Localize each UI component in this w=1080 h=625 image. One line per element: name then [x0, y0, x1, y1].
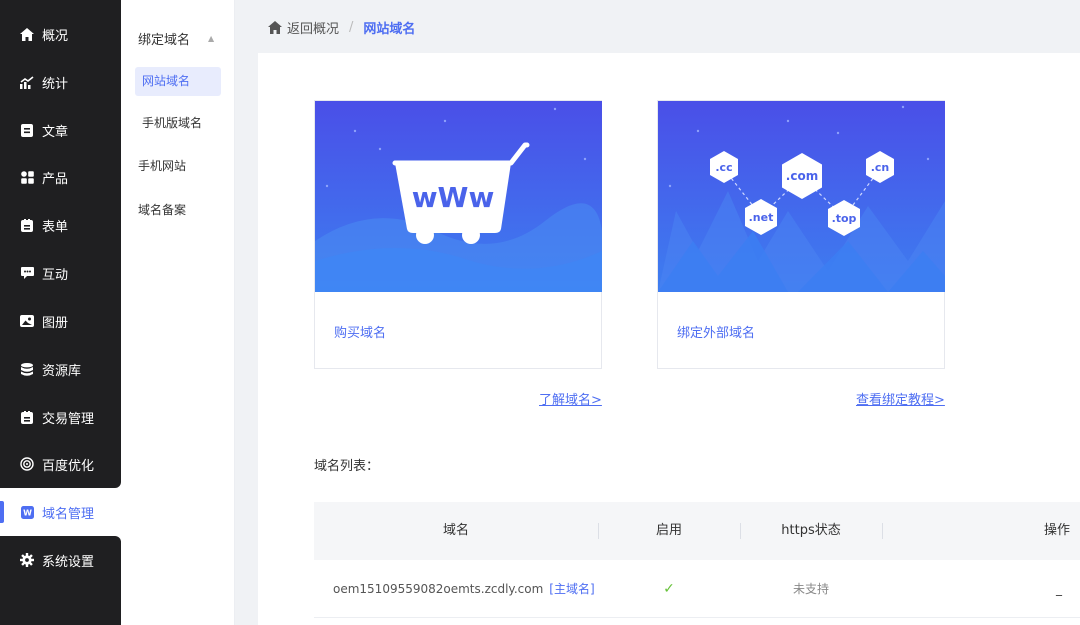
svg-text:W: W: [23, 508, 32, 517]
sidebar-item-label: 表单: [42, 219, 69, 235]
primary-domain-tag[interactable]: [主域名]: [549, 582, 594, 596]
sidebar-item-label: 交易管理: [42, 411, 95, 427]
buy-domain-card[interactable]: wWw 购买域名: [314, 100, 602, 369]
svg-text:.net: .net: [749, 211, 774, 224]
domain-list-title: 域名列表：: [314, 459, 380, 474]
subnav-item-mobile-site[interactable]: 手机网站: [131, 152, 217, 181]
domain-cell: oem15109559082oemts.zcdly.com [主域名]: [333, 560, 595, 618]
https-status: 未支持: [792, 582, 829, 596]
svg-text:.top: .top: [832, 212, 857, 225]
sidebar-item-album[interactable]: 图册: [0, 297, 121, 345]
target-icon: [19, 456, 35, 472]
svg-text:.com: .com: [786, 169, 818, 183]
bind-tutorial-link[interactable]: 查看绑定教程>: [856, 389, 945, 408]
trade-icon: [19, 409, 35, 425]
home-icon: [268, 21, 282, 34]
sidebar-item-products[interactable]: 产品: [0, 153, 121, 201]
sidebar-item-resources[interactable]: 资源库: [0, 345, 121, 393]
sidebar-item-label: 统计: [42, 76, 69, 92]
sidebar-item-label: 百度优化: [42, 458, 95, 474]
home-icon: [19, 26, 35, 42]
sidebar-item-label: 产品: [42, 171, 69, 187]
sidebar-item-label: 概况: [42, 28, 69, 44]
buy-domain-label[interactable]: 购买域名: [334, 322, 386, 341]
breadcrumb-separator: /: [349, 20, 354, 35]
secondary-nav: 绑定域名 ▲ 网站域名 手机版域名 手机网站 域名备案: [121, 0, 235, 625]
active-indicator: [0, 501, 4, 523]
column-header-https: https状态: [781, 523, 841, 538]
sidebar-item-domain[interactable]: W 域名管理: [0, 488, 121, 536]
sidebar-item-label: 域名管理: [42, 506, 95, 522]
form-icon: [19, 217, 35, 233]
sidebar-item-label: 图册: [42, 315, 69, 331]
enabled-check-icon: ✓: [663, 581, 675, 597]
sidebar-item-label: 文章: [42, 124, 69, 140]
sidebar-item-label: 系统设置: [42, 554, 95, 570]
row-action[interactable]: _: [1044, 560, 1074, 618]
main-content: 返回概况 / 网站域名 wWw 购买域名 了解域名> .cc .com .cn …: [235, 0, 1080, 625]
sidebar-item-settings[interactable]: 系统设置: [0, 536, 121, 584]
svg-text:.cn: .cn: [871, 161, 890, 174]
svg-text:.cc: .cc: [715, 161, 732, 174]
sidebar-item-seo[interactable]: 百度优化: [0, 440, 121, 488]
sidebar-item-stats[interactable]: 统计: [0, 58, 121, 106]
sidebar-item-overview[interactable]: 概况: [0, 10, 121, 58]
domain-icon: W: [19, 504, 35, 520]
subnav-item-icp[interactable]: 域名备案: [131, 196, 217, 225]
column-header-domain: 域名: [442, 523, 469, 538]
subnav-item-mobile-domain[interactable]: 手机版域名: [135, 109, 221, 138]
sidebar-item-trade[interactable]: 交易管理: [0, 393, 121, 441]
column-header-actions: 操作: [1043, 523, 1070, 538]
buy-domain-illustration: wWw: [315, 101, 602, 292]
sidebar-item-forms[interactable]: 表单: [0, 201, 121, 249]
grid-icon: [19, 169, 35, 185]
article-icon: [19, 122, 35, 138]
breadcrumb: 返回概况 / 网站域名: [268, 18, 415, 37]
domain-name: oem15109559082oemts.zcdly.com: [333, 582, 544, 596]
breadcrumb-current: 网站域名: [363, 22, 416, 37]
learn-domain-link[interactable]: 了解域名>: [539, 389, 602, 408]
chat-icon: [19, 265, 35, 281]
column-header-enabled: 启用: [655, 523, 682, 538]
sidebar-item-label: 资源库: [42, 363, 82, 379]
chart-icon: [19, 74, 35, 90]
database-icon: [19, 361, 35, 377]
sidebar-item-articles[interactable]: 文章: [0, 106, 121, 154]
caret-up-icon: ▲: [208, 34, 215, 43]
sidebar-item-label: 互动: [42, 267, 69, 283]
breadcrumb-back-link[interactable]: 返回概况: [287, 18, 339, 37]
gear-icon: [19, 552, 35, 568]
table-row: oem15109559082oemts.zcdly.com [主域名] ✓ 未支持…: [314, 560, 1080, 618]
svg-text:wWw: wWw: [412, 181, 495, 214]
content-panel: wWw 购买域名 了解域名> .cc .com .cn .net .top 绑定…: [258, 53, 1080, 625]
subnav-item-site-domain[interactable]: 网站域名: [135, 67, 221, 96]
album-icon: [19, 313, 35, 329]
main-sidebar: 概况 统计 文章 产品 表单 互动 图册 资源库 交易管理 百度优化 W 域名管…: [0, 0, 121, 625]
bind-domain-illustration: .cc .com .cn .net .top: [658, 101, 945, 292]
bind-domain-card[interactable]: .cc .com .cn .net .top 绑定外部域名: [657, 100, 945, 369]
app-root: 概况 统计 文章 产品 表单 互动 图册 资源库 交易管理 百度优化 W 域名管…: [0, 0, 1080, 625]
bind-domain-label[interactable]: 绑定外部域名: [677, 322, 755, 341]
subnav-group-header[interactable]: 绑定域名 ▲: [138, 29, 214, 48]
sidebar-item-interaction[interactable]: 互动: [0, 249, 121, 297]
table-header: 域名 启用 https状态 操作: [314, 502, 1080, 560]
